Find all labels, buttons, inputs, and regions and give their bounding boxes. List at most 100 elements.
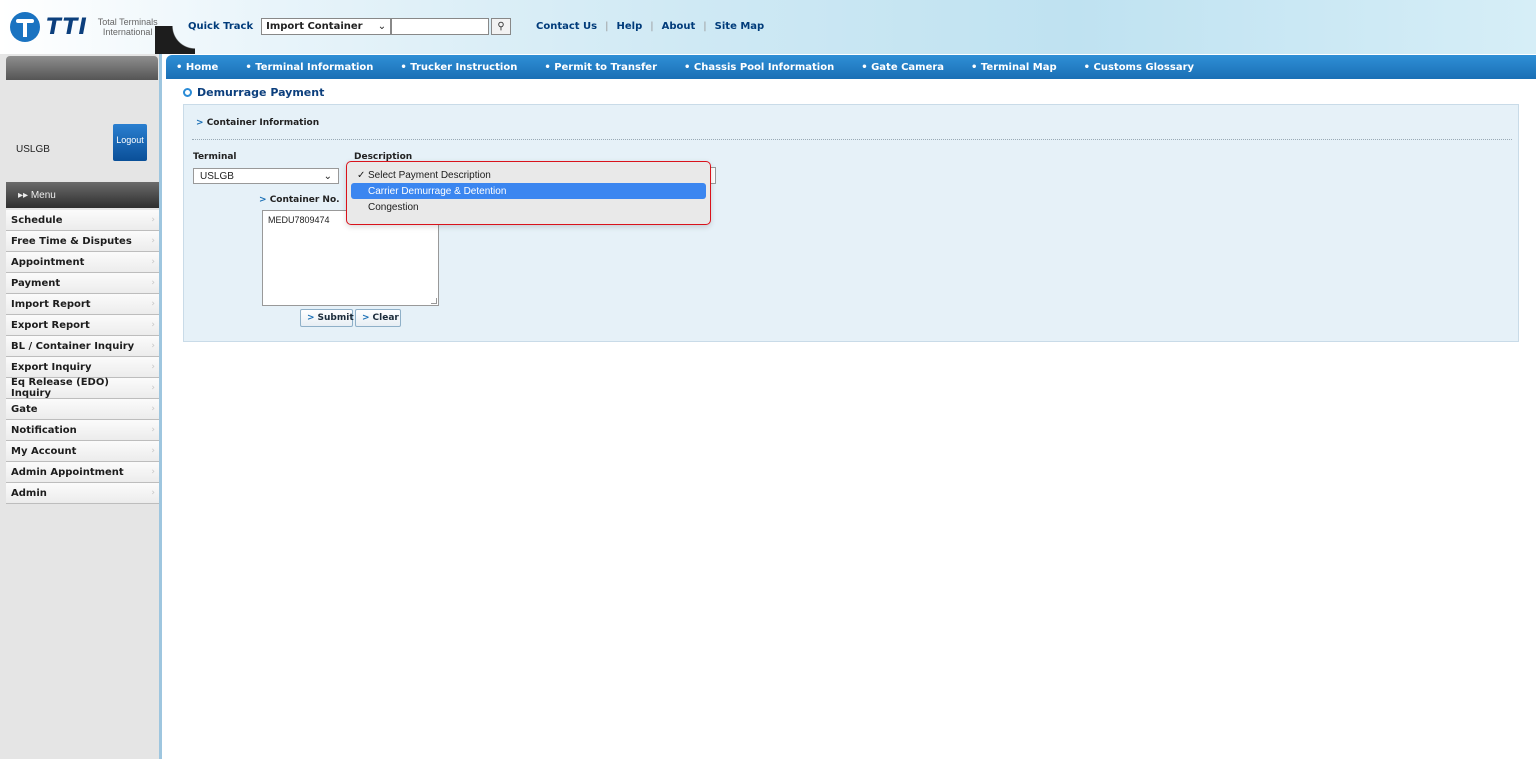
nav-customs-glossary[interactable]: Customs Glossary — [1084, 62, 1195, 73]
dropdown-option-congestion[interactable]: Congestion — [351, 199, 706, 215]
quick-track: Quick Track Import Container ⌄ ⚲ — [188, 18, 512, 35]
sidebar-item-export-report[interactable]: Export Report › — [6, 315, 159, 336]
sidebar-item-label: Admin — [11, 487, 47, 499]
clear-button[interactable]: > Clear — [355, 309, 401, 327]
description-dropdown-menu: ✓ Select Payment Description Carrier Dem… — [346, 161, 711, 225]
section-header: > Container Information — [196, 118, 319, 128]
contact-us-link[interactable]: Contact Us — [536, 21, 597, 32]
nav-chassis-pool-information[interactable]: Chassis Pool Information — [684, 62, 834, 73]
user-name: USLGB — [16, 144, 50, 155]
sidebar-item-appointment[interactable]: Appointment › — [6, 252, 159, 273]
sidebar-item-notification[interactable]: Notification › — [6, 420, 159, 441]
logout-button[interactable]: Logout — [113, 124, 147, 161]
site-map-link[interactable]: Site Map — [715, 21, 765, 32]
menu-header: ▸▸ Menu — [6, 182, 159, 208]
sidebar-item-gate[interactable]: Gate › — [6, 399, 159, 420]
dropdown-option-select-payment-description[interactable]: ✓ Select Payment Description — [351, 167, 706, 183]
chevron-right-icon: › — [151, 257, 155, 267]
arrow-right-icon: > — [362, 313, 370, 323]
chevron-right-icon: › — [151, 278, 155, 288]
sidebar-item-payment[interactable]: Payment › — [6, 273, 159, 294]
sidebar-item-free-time-disputes[interactable]: Free Time & Disputes › — [6, 231, 159, 252]
sidebar-item-eq-release-inquiry[interactable]: Eq Release (EDO) Inquiry › — [6, 377, 159, 399]
resize-handle-icon[interactable] — [431, 298, 437, 304]
dropdown-option-label: Select Payment Description — [368, 169, 491, 181]
sidebar-item-bl-container-inquiry[interactable]: BL / Container Inquiry › — [6, 336, 159, 357]
chevron-right-icon: › — [151, 299, 155, 309]
sidebar-menu: Schedule › Free Time & Disputes › Appointm… — [6, 210, 159, 504]
sidebar-item-label: Import Report — [11, 298, 91, 310]
page: TTI Total Terminals International Quick … — [0, 0, 1536, 759]
main-nav: Home Terminal Information Trucker Instru… — [166, 55, 1536, 79]
search-icon: ⚲ — [497, 21, 505, 32]
arrow-right-icon: > — [307, 313, 315, 323]
chevron-right-icon: › — [151, 215, 155, 225]
sidebar-item-export-inquiry[interactable]: Export Inquiry › — [6, 357, 159, 378]
section-header-label: Container Information — [206, 118, 320, 128]
nav-home[interactable]: Home — [176, 62, 218, 73]
arrow-right-icon: > — [259, 195, 267, 205]
logo-text: TTI — [46, 14, 88, 40]
sidebar-item-my-account[interactable]: My Account › — [6, 441, 159, 462]
about-link[interactable]: About — [662, 21, 696, 32]
sidebar-item-schedule[interactable]: Schedule › — [6, 210, 159, 231]
chevron-right-icon: › — [151, 362, 155, 372]
sidebar-item-label: BL / Container Inquiry — [11, 340, 135, 352]
sidebar-item-admin[interactable]: Admin › — [6, 483, 159, 504]
dropdown-option-label: Carrier Demurrage & Detention — [368, 185, 507, 197]
terminal-label: Terminal — [193, 152, 237, 162]
container-number-value: MEDU7809474 — [268, 215, 330, 225]
chevron-down-icon: ⌄ — [323, 170, 332, 182]
nav-trucker-instruction[interactable]: Trucker Instruction — [400, 62, 517, 73]
link-separator: | — [605, 21, 609, 32]
dropdown-option-carrier-demurrage-detention[interactable]: Carrier Demurrage & Detention — [351, 183, 706, 199]
section-divider — [192, 139, 1512, 140]
nav-permit-to-transfer[interactable]: Permit to Transfer — [544, 62, 657, 73]
page-title-text: Demurrage Payment — [197, 86, 325, 99]
chevron-right-icon: › — [151, 404, 155, 414]
quick-track-select[interactable]: Import Container ⌄ — [261, 18, 392, 35]
quick-track-select-value: Import Container — [266, 21, 363, 32]
sidebar-item-label: Appointment — [11, 256, 85, 268]
help-link[interactable]: Help — [617, 21, 643, 32]
nav-gate-camera[interactable]: Gate Camera — [861, 62, 944, 73]
sidebar-item-label: Free Time & Disputes — [11, 235, 132, 247]
page-title: Demurrage Payment — [183, 86, 324, 99]
logo-subtitle-line2: International — [102, 27, 153, 37]
terminal-select[interactable]: USLGB ⌄ — [193, 168, 339, 184]
chevron-right-icon: › — [151, 341, 155, 351]
terminal-select-value: USLGB — [200, 170, 234, 182]
top-links: Contact Us | Help | About | Site Map — [536, 21, 764, 32]
sidebar-item-label: Gate — [11, 403, 38, 415]
chevron-right-icon: › — [151, 446, 155, 456]
bullet-circle-icon — [183, 88, 192, 97]
submit-button[interactable]: > Submit — [300, 309, 354, 327]
sidebar-item-label: Notification — [11, 424, 77, 436]
chevron-right-icon: › — [151, 383, 155, 393]
tti-logo[interactable]: TTI Total Terminals International — [10, 12, 158, 42]
nav-terminal-map[interactable]: Terminal Map — [971, 62, 1057, 73]
sidebar-item-label: My Account — [11, 445, 77, 457]
container-number-label: > Container No. — [259, 195, 340, 205]
quick-track-input[interactable] — [391, 18, 490, 35]
quick-track-label: Quick Track — [188, 21, 254, 32]
nav-terminal-information[interactable]: Terminal Information — [245, 62, 373, 73]
quick-track-search-button[interactable]: ⚲ — [491, 18, 512, 35]
sidebar-item-label: Admin Appointment — [11, 466, 124, 478]
sidebar-item-label: Payment — [11, 277, 61, 289]
dropdown-option-label: Congestion — [368, 201, 419, 213]
link-separator: | — [703, 21, 707, 32]
sidebar-item-label: Export Inquiry — [11, 361, 92, 373]
sidebar-item-import-report[interactable]: Import Report › — [6, 294, 159, 315]
chevron-right-icon: › — [151, 320, 155, 330]
tti-logo-icon — [10, 12, 40, 42]
arrow-right-icon: > — [196, 118, 204, 128]
header: TTI Total Terminals International Quick … — [0, 0, 1536, 54]
clear-button-label: Clear — [372, 313, 399, 323]
sidebar: USLGB Logout ▸▸ Menu Schedule › Free Time… — [0, 54, 162, 759]
chevron-right-icon: › — [151, 488, 155, 498]
checkmark-icon: ✓ — [357, 169, 366, 181]
sidebar-item-admin-appointment[interactable]: Admin Appointment › — [6, 462, 159, 483]
user-box: USLGB Logout — [0, 82, 159, 182]
chevron-right-icon: › — [151, 425, 155, 435]
